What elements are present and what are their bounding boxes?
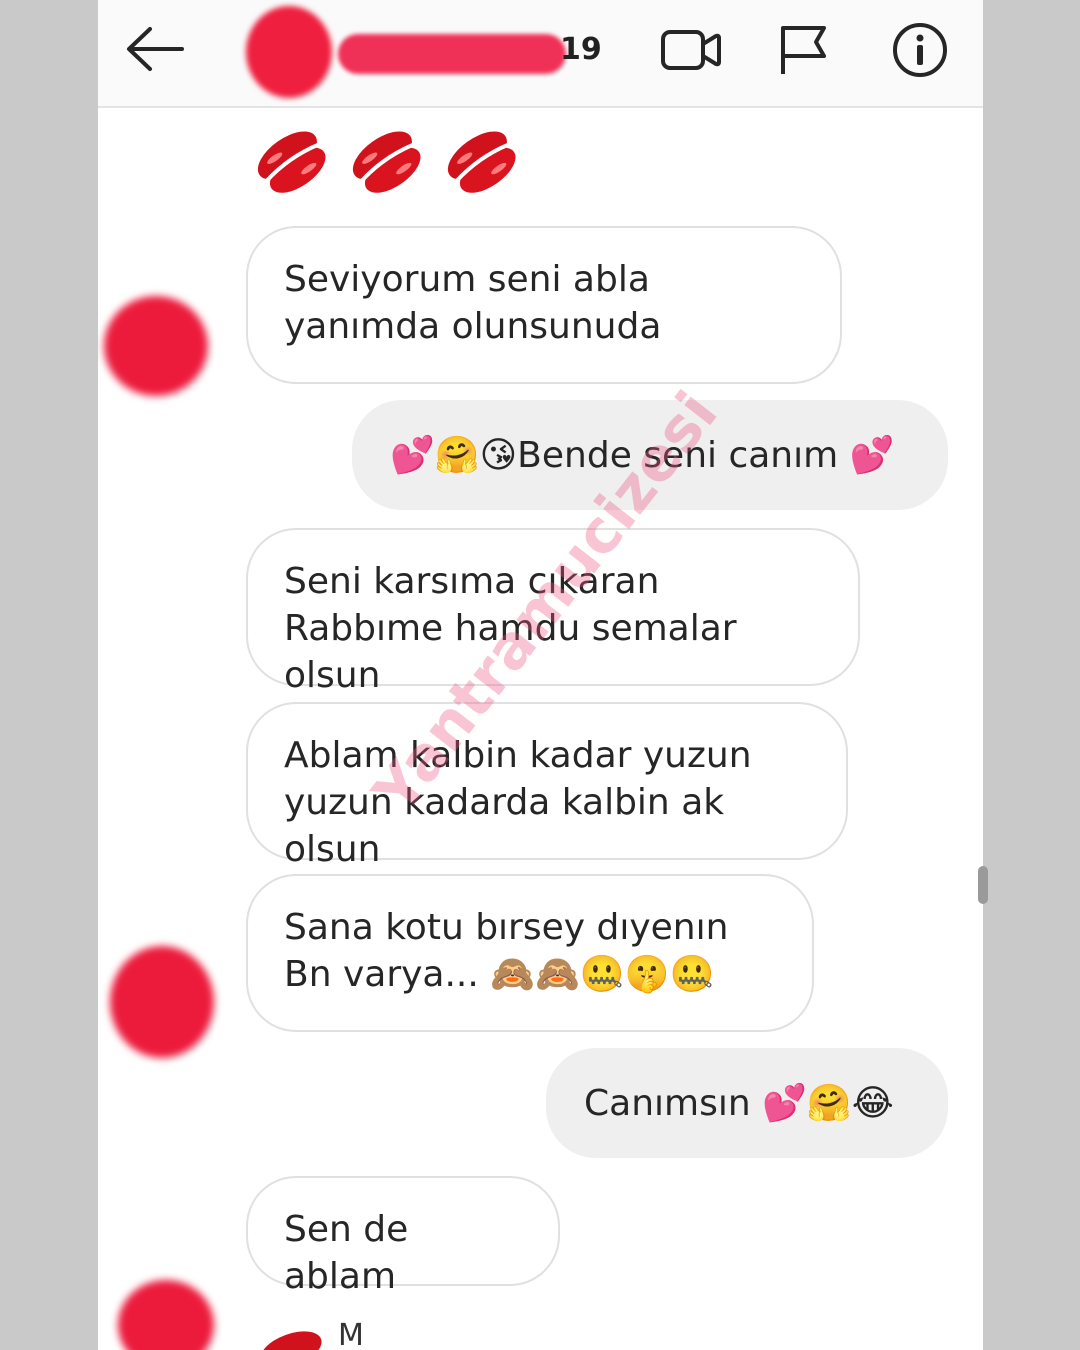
kiss-mark-icon [352,131,421,193]
message-text: Sana kotu bırsey dıyenın Bn varya... 🙈🙈🤐… [284,907,729,995]
incoming-message[interactable]: Sen de ablam [246,1176,560,1297]
kiss-mark-icon [448,131,516,193]
message-text: Canımsın 💕🤗😂 [584,1083,894,1124]
kiss-emoji-message[interactable] [252,122,532,206]
incoming-message[interactable]: Sana kotu bırsey dıyenın Bn varya... 🙈🙈🤐… [246,874,814,1032]
message-text: Sen de ablam [284,1209,409,1297]
username-suffix[interactable]: 19 [560,32,602,67]
redacted-username [338,34,566,74]
redacted-avatar [246,6,332,98]
kiss-mark-icon [260,1331,322,1350]
kiss-mark-icon [257,131,326,193]
message-text: Ablam kalbin kadar yuzun yuzun kadarda k… [284,735,752,870]
partial-message-text: M [338,1318,364,1350]
message-text: Seviyorum seni abla yanımda olunsunuda [284,259,662,347]
incoming-message[interactable]: Seviyorum seni abla yanımda olunsunuda [246,226,842,384]
back-arrow-icon[interactable] [124,26,186,72]
chat-screen: 19 Seviyorum seni abla yanımda olunsunud… [98,0,983,1350]
incoming-message[interactable]: Ablam kalbin kadar yuzun yuzun kadarda k… [246,702,848,870]
video-call-icon[interactable] [660,26,722,74]
redacted-sender-avatar [104,296,208,396]
redacted-sender-avatar [110,946,214,1058]
info-icon[interactable] [892,22,948,78]
outgoing-message[interactable]: Canımsın 💕🤗😂 [546,1048,948,1158]
redacted-sender-avatar [118,1280,214,1350]
scroll-handle[interactable] [978,866,988,904]
chat-header: 19 [98,0,983,108]
flag-icon[interactable] [778,24,830,76]
